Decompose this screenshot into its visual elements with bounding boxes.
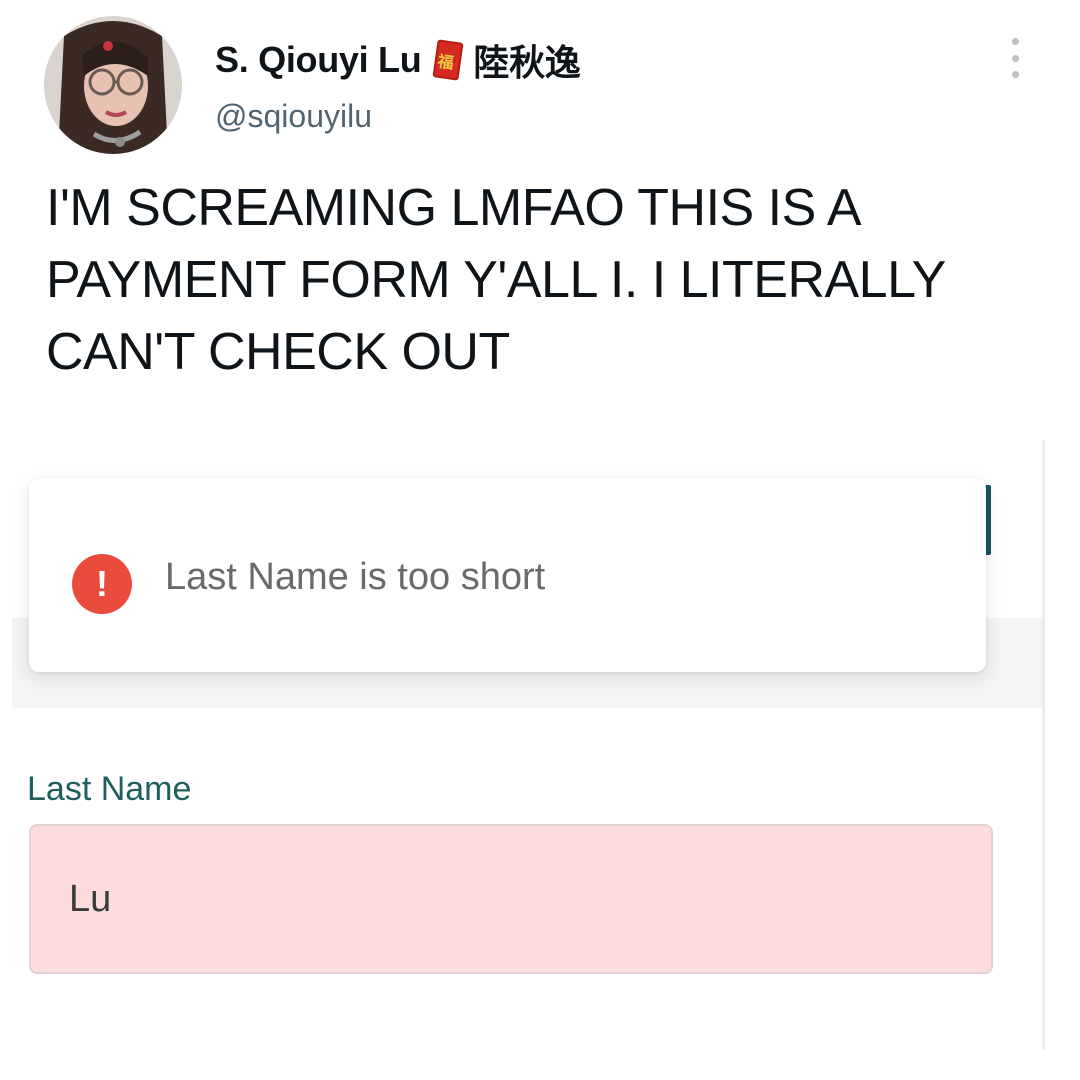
tweet-header: S. Qiouyi Lu 陸秋逸 @sqiouyilu: [0, 0, 1080, 170]
more-dot: [1011, 71, 1019, 78]
red-envelope-icon: [432, 39, 464, 81]
tweet-text: I'M SCREAMING LMFAO THIS IS A PAYMENT FO…: [46, 172, 1056, 388]
attached-screenshot[interactable]: ! Last Name is too short Last Name Lu: [12, 440, 1064, 1050]
tweet-text-line: PAYMENT FORM Y'ALL I. I LITERALLY: [46, 251, 946, 309]
author-name-text: S. Qiouyi Lu: [215, 39, 422, 80]
error-message: Last Name is too short: [165, 556, 546, 598]
more-options-icon[interactable]: [1001, 38, 1029, 78]
avatar[interactable]: [44, 16, 182, 154]
more-dot: [1011, 38, 1019, 45]
tweet-text-line: CAN'T CHECK OUT: [46, 323, 510, 381]
last-name-field[interactable]: Lu: [29, 824, 993, 974]
error-icon: !: [72, 554, 132, 614]
last-name-label: Last Name: [27, 770, 192, 808]
author-chinese-name: 陸秋逸: [473, 42, 581, 83]
author-display-name[interactable]: S. Qiouyi Lu 陸秋逸: [215, 34, 581, 86]
tweet-text-line: I'M SCREAMING LMFAO THIS IS A: [46, 179, 862, 237]
author-handle[interactable]: @sqiouyilu: [215, 98, 372, 135]
more-dot: [1011, 54, 1019, 62]
avatar-photo: [44, 16, 182, 154]
divider: [1042, 440, 1045, 1050]
error-toast: ! Last Name is too short: [29, 478, 986, 672]
